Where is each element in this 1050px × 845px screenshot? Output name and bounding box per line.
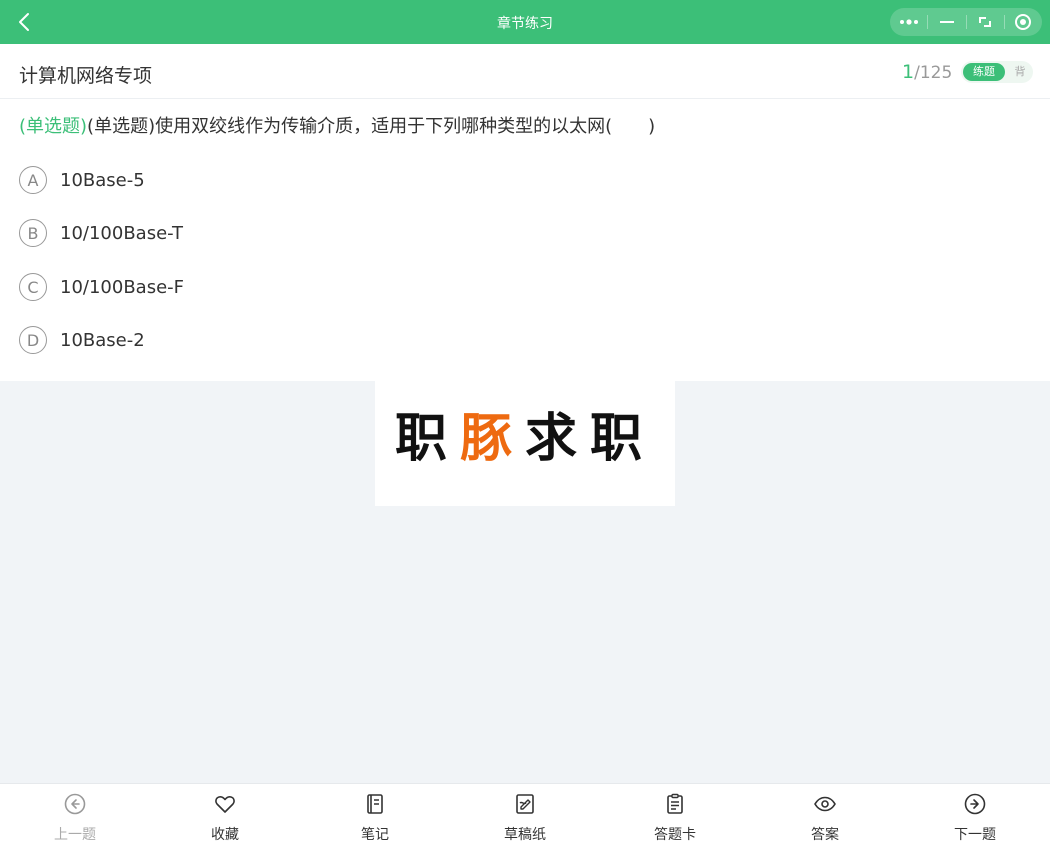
option-text: 10/100Base-T [60,222,183,244]
option-a[interactable]: A 10Base-5 [19,164,145,196]
option-letter: D [19,326,47,354]
favorite-button[interactable]: 收藏 [175,784,275,845]
draft-paper-icon [513,792,537,816]
option-letter: B [19,219,47,247]
bottom-toolbar: 上一题 收藏 笔记 草稿纸 答题卡 答案 下一题 [0,783,1050,845]
watermark-text: 职豚求职 [375,396,675,471]
prev-question-button[interactable]: 上一题 [25,784,125,845]
nav-label: 答题卡 [654,827,696,843]
question-type-tag: (单选题) [19,116,88,137]
next-question-button[interactable]: 下一题 [925,784,1025,845]
option-c[interactable]: C 10/100Base-F [19,271,184,303]
nav-label: 收藏 [211,827,239,843]
draft-paper-button[interactable]: 草稿纸 [475,784,575,845]
practice-mode-button[interactable]: 练题 [963,63,1005,81]
top-bar: 章节练习 [0,0,1050,44]
nav-label: 笔记 [361,827,389,843]
question-stem: (单选题)(单选题)使用双绞线作为传输介质，适用于下列哪种类型的以太网( ) [19,112,655,138]
arrow-right-circle-icon [963,792,987,816]
watermark-part3: 求职 [525,409,656,469]
nav-label: 草稿纸 [504,827,546,843]
current-question-number: 1 [902,61,915,83]
option-letter: C [19,273,47,301]
answer-button[interactable]: 答案 [775,784,875,845]
question-text: (单选题)使用双绞线作为传输介质，适用于下列哪种类型的以太网( ) [87,116,656,137]
restore-icon[interactable] [967,8,1004,36]
mode-toggle[interactable]: 练题 背 [961,61,1033,83]
option-text: 10/100Base-F [60,276,185,298]
answer-card-button[interactable]: 答题卡 [625,784,725,845]
nav-label: 上一题 [54,827,96,843]
watermark-part1: 职 [394,409,460,469]
close-icon[interactable] [1005,8,1042,36]
nav-label: 答案 [811,827,839,843]
answer-card-icon [663,792,687,816]
option-text: 10Base-5 [60,169,145,191]
option-letter: A [19,166,47,194]
more-icon[interactable] [890,8,927,36]
question-counter: 1/125 [902,61,952,83]
eye-icon [813,792,837,816]
section-title: 计算机网络专项 [19,65,153,87]
notebook-icon [363,792,387,816]
window-controls [890,8,1042,36]
minimize-icon[interactable] [928,8,965,36]
option-d[interactable]: D 10Base-2 [19,324,145,356]
section-header: 计算机网络专项 1/125 [0,44,1050,99]
watermark-logo: 职豚求职 [375,381,675,506]
notes-button[interactable]: 笔记 [325,784,425,845]
heart-icon [213,792,237,816]
recite-mode-button[interactable]: 背 [1009,63,1031,81]
option-b[interactable]: B 10/100Base-T [19,217,183,249]
question-panel: (单选题)(单选题)使用双绞线作为传输介质，适用于下列哪种类型的以太网( ) A… [0,99,1050,381]
total-question-count: /125 [914,63,953,83]
watermark-part2: 豚 [459,409,525,469]
nav-label: 下一题 [954,827,996,843]
option-text: 10Base-2 [60,329,145,351]
arrow-left-circle-icon [63,792,87,816]
